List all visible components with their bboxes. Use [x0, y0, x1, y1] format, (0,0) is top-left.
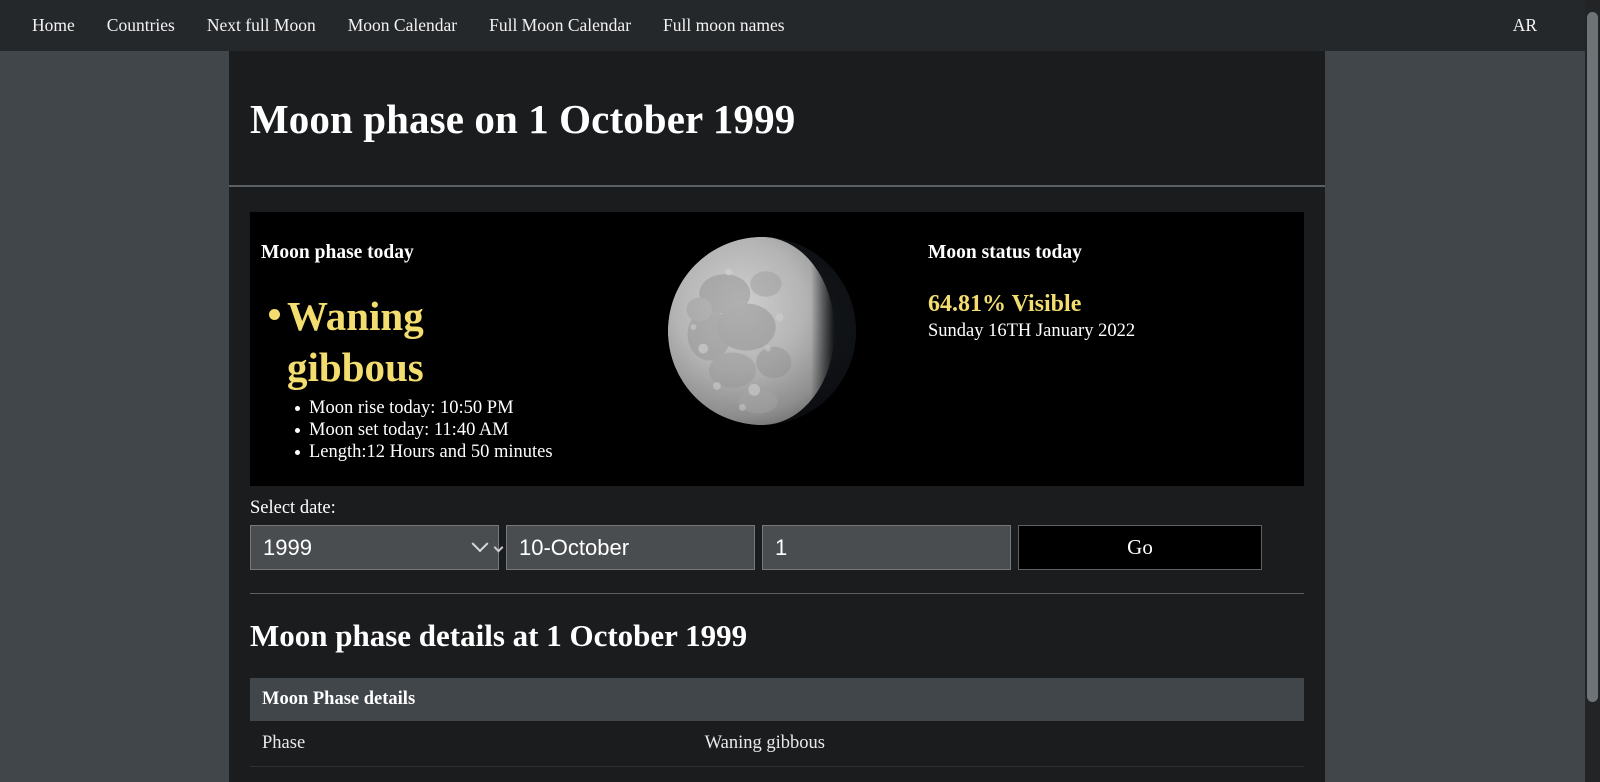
details-table-wrapper: Moon Phase details Phase Waning gibbous	[229, 654, 1325, 767]
moon-phase-column: Moon phase today Waning gibbous Moon ris…	[250, 212, 640, 486]
month-select[interactable]: 10-October	[493, 525, 755, 570]
moon-set-text: Moon set today: 11:40 AM	[295, 419, 640, 441]
day-input[interactable]: 1	[762, 525, 1011, 570]
page-title: Moon phase on 1 October 1999	[250, 96, 796, 142]
moon-phase-details-table: Moon Phase details Phase Waning gibbous	[250, 678, 1304, 767]
table-header-row: Moon Phase details	[250, 678, 1304, 721]
main-content-container: Moon phase on 1 October 1999 Moon phase …	[229, 51, 1325, 782]
moon-status-column: Moon status today 64.81% Visible Sunday …	[914, 212, 1304, 486]
moon-phase-name: Waning gibbous	[287, 293, 424, 390]
nav-language-group: AR	[1513, 0, 1537, 51]
date-form-row: 1999 10-October 1 Go	[250, 525, 1304, 570]
moon-image-column	[640, 212, 914, 486]
nav-links-group: Home Countries Next full Moon Moon Calen…	[16, 0, 801, 51]
date-select-form: Select date: 1999 10-October 1 Go	[229, 486, 1325, 570]
month-select-value: 10-October	[519, 534, 630, 560]
moon-visible-percent: 64.81% Visible	[928, 291, 1082, 317]
top-navigation-bar: Home Countries Next full Moon Moon Calen…	[0, 0, 1585, 51]
table-cell-value: Waning gibbous	[692, 721, 1304, 767]
moon-status-heading: Moon status today	[928, 242, 1082, 263]
nav-link-countries[interactable]: Countries	[91, 0, 191, 51]
hero-jumbotron: Moon phase on 1 October 1999	[229, 51, 1325, 187]
details-table-header: Moon Phase details	[250, 678, 1304, 721]
page-scrollbar-thumb[interactable]	[1587, 12, 1598, 702]
page-scrollbar[interactable]	[1585, 0, 1600, 782]
moon-phase-heading: Moon phase today	[261, 242, 414, 263]
details-title: Moon phase details at 1 October 1999	[250, 618, 748, 653]
nav-link-next-full-moon[interactable]: Next full Moon	[191, 0, 332, 51]
moon-length-text: Length:12 Hours and 50 minutes	[295, 441, 640, 463]
details-table-head: Moon Phase details	[250, 678, 1304, 721]
moon-phase-list: Waning gibbous Moon rise today: 10:50 PM…	[261, 291, 640, 463]
go-button[interactable]: Go	[1018, 525, 1262, 570]
nav-link-full-moon-calendar[interactable]: Full Moon Calendar	[473, 0, 647, 51]
chevron-down-icon	[471, 534, 489, 552]
moon-phase-list-item: Waning gibbous Moon rise today: 10:50 PM…	[269, 291, 640, 463]
details-table-body: Phase Waning gibbous	[250, 721, 1304, 767]
moon-times-list: Moon rise today: 10:50 PM Moon set today…	[287, 397, 640, 463]
nav-link-moon-calendar[interactable]: Moon Calendar	[332, 0, 473, 51]
year-select[interactable]: 1999	[250, 525, 499, 570]
moon-card-wrapper: Moon phase today Waning gibbous Moon ris…	[229, 187, 1325, 486]
nav-link-full-moon-names[interactable]: Full moon names	[647, 0, 801, 51]
nav-link-language-ar[interactable]: AR	[1513, 15, 1537, 35]
table-cell-key: Phase	[250, 721, 693, 767]
table-row: Phase Waning gibbous	[250, 721, 1304, 767]
nav-link-home[interactable]: Home	[16, 0, 91, 51]
moon-summary-card: Moon phase today Waning gibbous Moon ris…	[250, 212, 1304, 486]
select-date-label: Select date:	[250, 498, 336, 518]
moon-rise-text: Moon rise today: 10:50 PM	[295, 397, 640, 419]
moon-status-date: Sunday 16TH January 2022	[928, 321, 1136, 341]
year-select-value: 1999	[263, 534, 312, 560]
